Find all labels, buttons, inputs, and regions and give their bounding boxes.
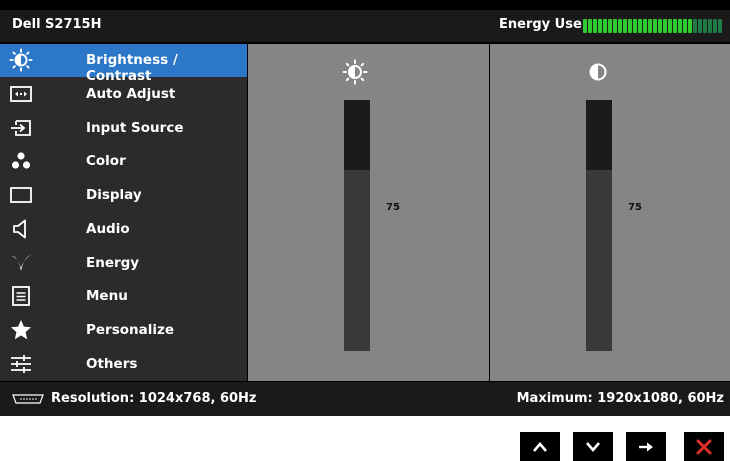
energy-segment <box>678 19 682 33</box>
vga-port-icon <box>12 394 44 404</box>
contrast-icon <box>584 58 612 86</box>
energy-segment <box>603 19 607 33</box>
energy-segment <box>643 19 647 33</box>
menu-item-label: Energy <box>86 255 140 271</box>
energy-segment <box>698 19 702 33</box>
exit-button[interactable] <box>684 432 724 461</box>
menu-item-label: Others <box>86 356 138 372</box>
contrast-panel: 75 <box>490 44 730 381</box>
leaf-icon <box>9 251 33 275</box>
energy-use-label: Energy Use <box>499 17 582 32</box>
auto-adjust-icon <box>9 82 33 106</box>
close-icon <box>696 439 712 454</box>
menu-item-menu[interactable]: Menu <box>0 280 247 313</box>
menu-item-label: Color <box>86 153 126 169</box>
energy-use-meter <box>583 19 722 33</box>
brightness-icon <box>341 58 369 86</box>
energy-segment <box>638 19 642 33</box>
color-icon <box>9 149 33 173</box>
star-icon <box>9 318 33 342</box>
menu-item-label: Display <box>86 187 142 203</box>
brightness-value: 75 <box>386 202 400 213</box>
energy-segment <box>673 19 677 33</box>
energy-segment <box>648 19 652 33</box>
contrast-slider[interactable] <box>586 100 612 351</box>
osd-window: Dell S2715H Energy Use Brightness / Cont <box>0 0 730 416</box>
chevron-down-icon <box>586 441 600 452</box>
resolution-text: Resolution: 1024x768, 60Hz <box>51 391 257 406</box>
status-bar: Resolution: 1024x768, 60Hz Maximum: 1920… <box>0 382 730 416</box>
energy-segment <box>703 19 707 33</box>
menu-item-label: Menu <box>86 288 128 304</box>
energy-segment <box>613 19 617 33</box>
energy-segment <box>683 19 687 33</box>
menu-item-audio[interactable]: Audio <box>0 213 247 246</box>
energy-segment <box>713 19 717 33</box>
sliders-icon <box>9 352 33 376</box>
down-button[interactable] <box>573 432 613 461</box>
chevron-up-icon <box>533 441 547 452</box>
display-icon <box>9 183 33 207</box>
energy-segment <box>693 19 697 33</box>
brightness-slider-unfilled <box>344 100 370 170</box>
energy-segment <box>663 19 667 33</box>
monitor-model: Dell S2715H <box>12 17 102 32</box>
up-button[interactable] <box>520 432 560 461</box>
menu-item-personalize[interactable]: Personalize <box>0 314 247 347</box>
menu-item-others[interactable]: Others <box>0 348 247 381</box>
menu-item-color[interactable]: Color <box>0 145 247 178</box>
energy-segment <box>618 19 622 33</box>
menu-item-label: Audio <box>86 221 130 237</box>
osd-menu: Brightness / Contrast Auto Adjust Input … <box>0 44 247 381</box>
input-source-icon <box>9 116 33 140</box>
title-bar: Dell S2715H Energy Use <box>0 10 730 42</box>
menu-item-brightness-contrast[interactable]: Brightness / Contrast <box>0 44 247 84</box>
energy-segment <box>653 19 657 33</box>
menu-item-input-source[interactable]: Input Source <box>0 112 247 145</box>
menu-list-icon <box>9 284 33 308</box>
energy-segment <box>633 19 637 33</box>
energy-segment <box>708 19 712 33</box>
energy-segment <box>658 19 662 33</box>
menu-item-label: Input Source <box>86 120 184 136</box>
energy-segment <box>588 19 592 33</box>
menu-item-energy[interactable]: Energy <box>0 247 247 280</box>
energy-segment <box>598 19 602 33</box>
energy-segment <box>623 19 627 33</box>
brightness-panel: 75 <box>248 44 489 381</box>
energy-segment <box>628 19 632 33</box>
menu-item-auto-adjust[interactable]: Auto Adjust <box>0 78 247 111</box>
energy-segment <box>608 19 612 33</box>
contrast-value: 75 <box>628 202 642 213</box>
brightness-slider[interactable] <box>344 100 370 351</box>
menu-item-label: Personalize <box>86 322 175 338</box>
energy-segment <box>718 19 722 33</box>
right-button[interactable] <box>626 432 666 461</box>
energy-segment <box>688 19 692 33</box>
brightness-icon <box>9 48 33 72</box>
energy-segment <box>593 19 597 33</box>
menu-item-display[interactable]: Display <box>0 179 247 212</box>
arrow-right-icon <box>639 442 653 451</box>
contrast-slider-unfilled <box>586 100 612 170</box>
speaker-icon <box>9 217 33 241</box>
energy-segment <box>668 19 672 33</box>
menu-item-label: Auto Adjust <box>86 86 176 102</box>
energy-segment <box>583 19 587 33</box>
maximum-resolution-text: Maximum: 1920x1080, 60Hz <box>516 391 724 406</box>
